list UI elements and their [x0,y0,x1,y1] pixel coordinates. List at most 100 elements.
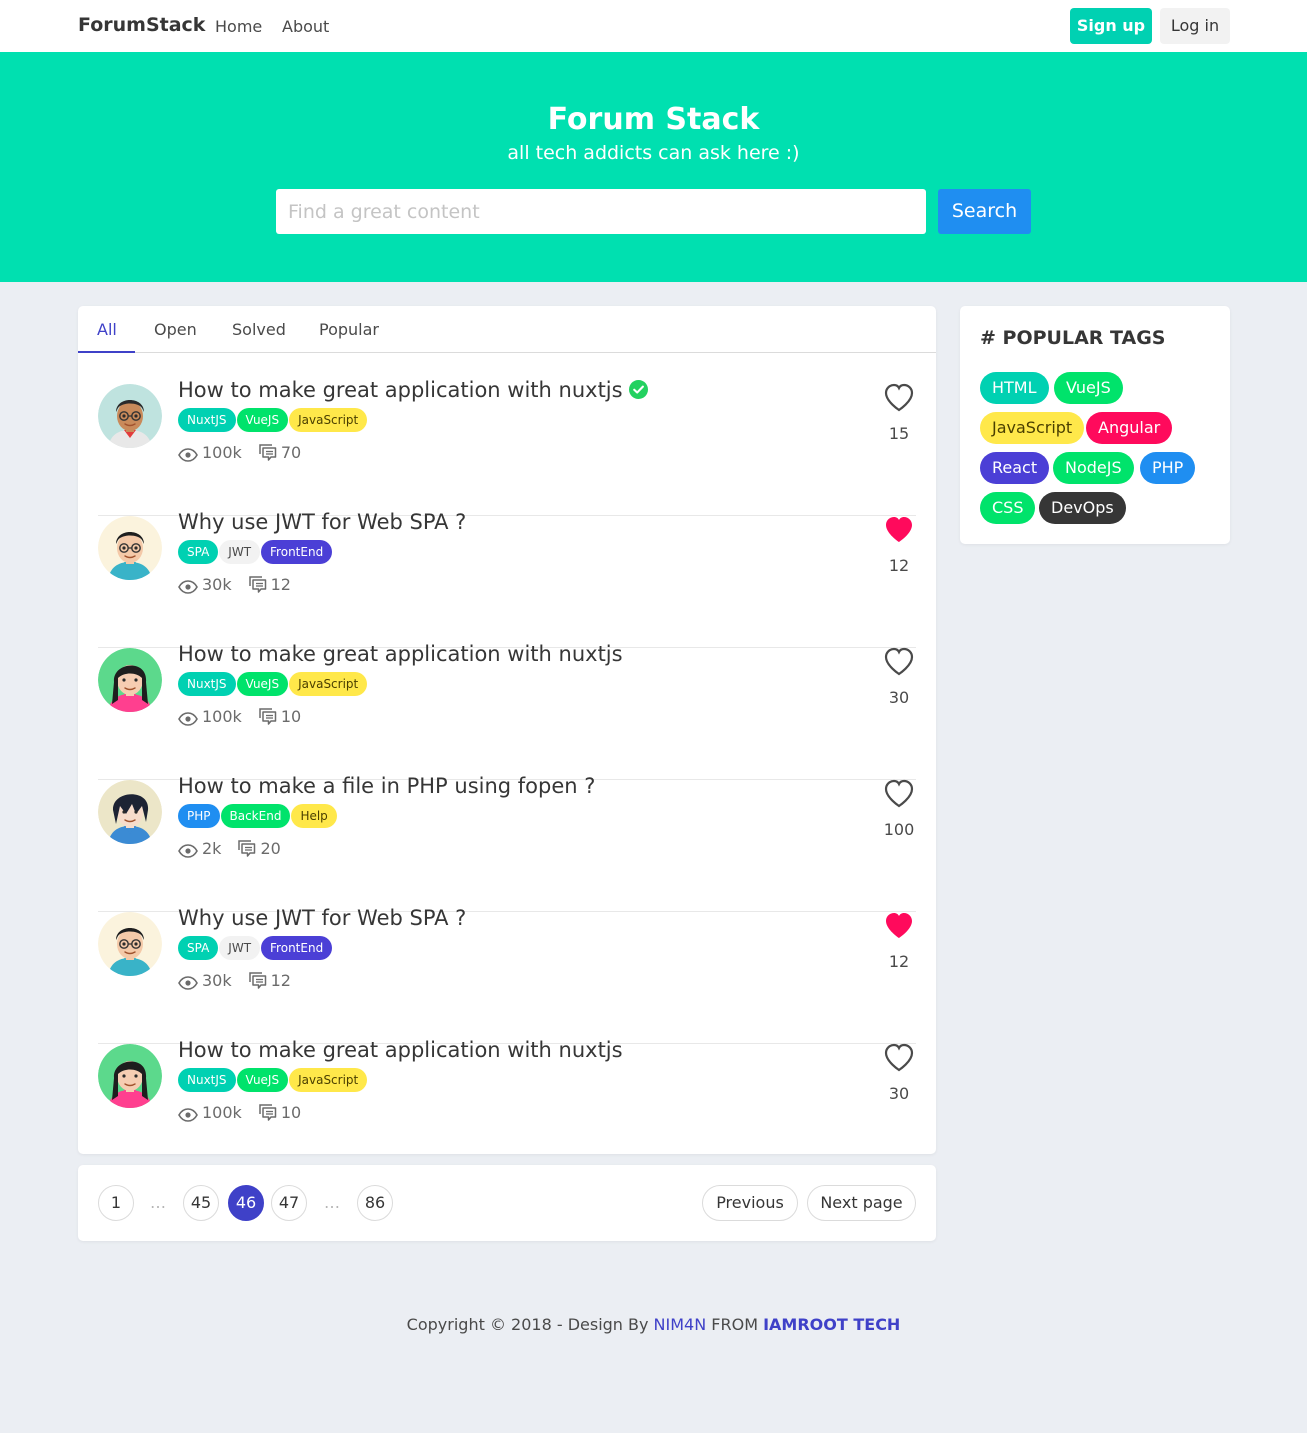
question-tag[interactable]: BackEnd [220,804,291,828]
question-title-text: How to make a file in PHP using fopen ? [178,774,596,798]
footer: Copyright © 2018 - Design By NIM4N FROM … [0,1315,1307,1334]
question-tag[interactable]: PHP [178,804,220,828]
pagination-ellipsis: … [150,1193,166,1212]
previous-page-button[interactable]: Previous [702,1185,798,1221]
active-tab-indicator [78,351,135,353]
questions-panel: All Open Solved Popular How to make grea… [78,306,936,1154]
question-tag[interactable]: JavaScript [289,1068,368,1092]
question-stats: 100k 10 [178,1102,301,1124]
page-link-46-current[interactable]: 46 [228,1185,264,1221]
user-avatar[interactable] [98,912,162,976]
page-link-1[interactable]: 1 [98,1185,134,1221]
question-title-link[interactable]: Why use JWT for Web SPA ? [178,906,466,930]
eye-icon [178,1103,198,1122]
question-tag[interactable]: FrontEnd [261,936,333,960]
question-title-link[interactable]: How to make a file in PHP using fopen ? [178,774,595,798]
likes-count: 12 [888,556,910,575]
popular-tag[interactable]: DevOps [1039,492,1126,524]
question-tag[interactable]: NuxtJS [178,672,236,696]
question-row[interactable]: How to make great application with nuxtj… [98,642,916,780]
question-row[interactable]: Why use JWT for Web SPA ? SPA JWT FrontEnd 3… [98,906,916,1044]
question-tag[interactable]: JavaScript [289,408,368,432]
question-row[interactable]: How to make great application with nuxtj… [98,1038,916,1176]
search-input[interactable] [276,189,926,234]
question-tag[interactable]: NuxtJS [178,1068,236,1092]
question-row[interactable]: Why use JWT for Web SPA ? SPA JWT FrontEnd 3… [98,510,916,648]
eye-icon [178,443,198,462]
tab-popular[interactable]: Popular [319,320,379,339]
footer-company-link[interactable]: IAMROOT TECH [763,1315,900,1334]
heart-outline-icon[interactable] [882,644,916,678]
heart-outline-icon[interactable] [882,380,916,414]
question-title-text: How to make great application with nuxtj… [178,642,623,666]
page-link-47[interactable]: 47 [271,1185,307,1221]
popular-tags-card: # POPULAR TAGS HTML VueJS JavaScript Angula… [960,306,1230,544]
user-avatar[interactable] [98,516,162,580]
question-tag[interactable]: VueJS [236,408,289,432]
pagination: 1 … 45 46 47 … 86 Previous Next page [78,1165,936,1241]
heart-outline-icon[interactable] [882,1040,916,1074]
eye-icon [178,971,198,990]
footer-author-link[interactable]: NIM4N [654,1315,707,1334]
question-stats: 2k 20 [178,838,281,860]
nav-link-home[interactable]: Home [215,17,262,36]
user-avatar[interactable] [98,1044,162,1108]
question-stats: 30k 12 [178,970,291,992]
heart-filled-icon[interactable] [882,908,916,942]
question-title-link[interactable]: How to make great application with nuxtj… [178,1038,623,1062]
hero-subtitle: all tech addicts can ask here :) [507,142,800,164]
comments-count: 70 [280,443,302,462]
login-button[interactable]: Log in [1160,8,1230,44]
question-tag[interactable]: FrontEnd [261,540,333,564]
page-link-45[interactable]: 45 [183,1185,219,1221]
popular-tag[interactable]: PHP [1140,452,1196,484]
question-tag[interactable]: VueJS [236,1068,289,1092]
question-tag[interactable]: SPA [178,936,219,960]
heart-outline-icon[interactable] [882,776,916,810]
views-count: 100k [202,1103,242,1122]
nav-link-about[interactable]: About [282,17,329,36]
popular-tag[interactable]: HTML [980,372,1049,404]
question-tag[interactable]: JWT [219,540,261,564]
user-avatar[interactable] [98,384,162,448]
tab-open[interactable]: Open [154,320,197,339]
question-tag[interactable]: NuxtJS [178,408,236,432]
brand-logo[interactable]: ForumStack [78,14,205,36]
question-tags: PHP BackEnd Help [178,804,338,828]
user-avatar[interactable] [98,780,162,844]
question-tag[interactable]: VueJS [236,672,289,696]
question-tag[interactable]: Help [291,804,337,828]
question-tag[interactable]: SPA [178,540,219,564]
search-button[interactable]: Search [938,189,1031,234]
popular-tag[interactable]: React [980,452,1050,484]
question-title-link[interactable]: How to make great application with nuxtj… [178,378,648,402]
comments-count: 12 [270,575,291,594]
page-link-86[interactable]: 86 [357,1185,393,1221]
tab-all[interactable]: All [97,320,117,339]
footer-from: FROM [706,1315,764,1334]
question-row[interactable]: How to make great application with nuxtj… [98,378,916,516]
signup-button[interactable]: Sign up [1070,8,1152,44]
question-title-link[interactable]: How to make great application with nuxtj… [178,642,623,666]
question-stats: 30k 12 [178,574,291,596]
comments-count: 20 [260,839,281,858]
tab-solved[interactable]: Solved [232,320,286,339]
filter-tabs: All Open Solved Popular [78,306,936,353]
popular-tag[interactable]: JavaScript [980,412,1085,444]
question-tag[interactable]: JWT [219,936,261,960]
eye-icon [178,575,198,594]
popular-tag[interactable]: VueJS [1054,372,1123,404]
comments-icon [258,1103,277,1122]
comments-count: 10 [280,707,302,726]
question-tag[interactable]: JavaScript [289,672,368,696]
popular-tag[interactable]: Angular [1086,412,1173,444]
popular-tags-title: # POPULAR TAGS [980,327,1166,349]
heart-filled-icon[interactable] [882,512,916,546]
likes-count: 15 [888,424,910,443]
next-page-button[interactable]: Next page [807,1185,916,1221]
question-row[interactable]: How to make a file in PHP using fopen ? P… [98,774,916,912]
popular-tag[interactable]: NodeJS [1053,452,1134,484]
question-title-link[interactable]: Why use JWT for Web SPA ? [178,510,466,534]
user-avatar[interactable] [98,648,162,712]
popular-tag[interactable]: CSS [980,492,1036,524]
